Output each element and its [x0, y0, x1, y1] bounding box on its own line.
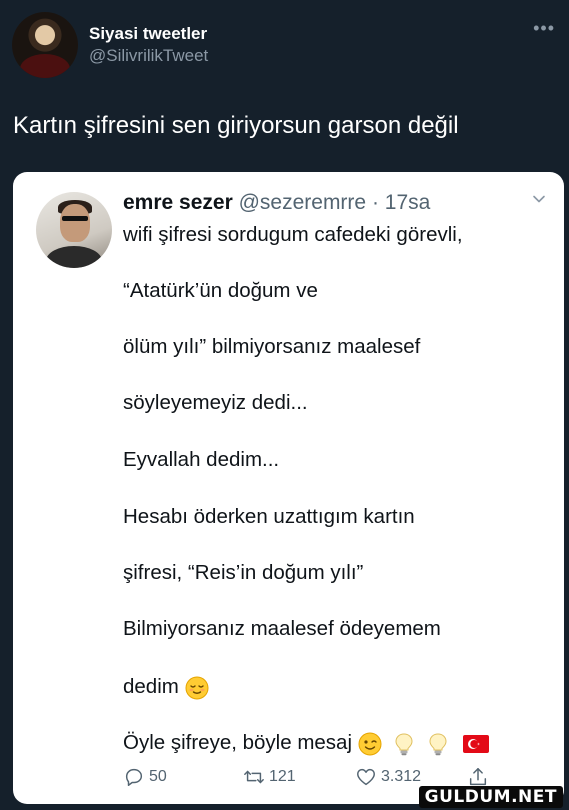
quoted-line-with-emoji: Öyle şifreye, böyle mesaj	[123, 730, 489, 756]
quoted-line: Bilmiyorsanız maalesef ödeyemem	[123, 617, 441, 640]
relieved-face-emoji	[185, 676, 209, 700]
quoted-line: Eyvallah dedim...	[123, 448, 280, 471]
quoted-line: dedim	[123, 675, 179, 698]
reply-icon	[125, 768, 143, 786]
quoted-line-with-emoji: dedim	[123, 674, 209, 700]
quoted-line: söyleyemeyiz dedi...	[123, 391, 308, 414]
heart-icon	[357, 768, 375, 786]
quoted-line: Hesabı öderken uzattıgım kartın	[123, 505, 415, 528]
chevron-down-icon[interactable]	[532, 192, 546, 206]
like-count: 3.312	[381, 768, 422, 785]
like-button[interactable]: 3.312	[355, 766, 421, 788]
quoted-tweet-card[interactable]: emre sezer @sezeremrre · 17sa wifi şifre…	[13, 172, 564, 804]
author-display-name[interactable]: Siyasi tweetler	[89, 23, 208, 45]
winking-face-emoji	[358, 732, 382, 756]
quoted-line: “Atatürk’ün doğum ve	[123, 279, 318, 302]
watermark-logo: GULDUM.NET	[418, 786, 563, 808]
reply-count: 50	[149, 768, 167, 785]
time-separator: ·	[371, 191, 379, 214]
retweet-icon	[244, 770, 264, 784]
retweet-button[interactable]: 121	[243, 766, 296, 788]
light-bulb-emoji	[395, 733, 413, 755]
quoted-line: ölüm yılı” bilmiyorsanız maalesef	[123, 335, 421, 358]
tweet-header: Siyasi tweetler @SilivrilikTweet	[12, 12, 208, 78]
author-info: Siyasi tweetler @SilivrilikTweet	[89, 23, 208, 67]
quoted-line: şifresi, “Reis’in doğum yılı”	[123, 561, 364, 584]
quoted-timestamp[interactable]: 17sa	[385, 191, 431, 214]
share-icon	[469, 768, 487, 786]
turkey-flag-emoji	[462, 734, 489, 753]
tweet-text: Kartın şifresini sen giriyorsun garson d…	[13, 112, 459, 139]
author-handle[interactable]: @SilivrilikTweet	[89, 45, 208, 67]
quoted-display-name[interactable]: emre sezer	[123, 191, 233, 214]
reply-button[interactable]: 50	[123, 766, 167, 788]
quoted-author-avatar[interactable]	[36, 192, 112, 268]
quoted-line: Öyle şifreye, böyle mesaj	[123, 731, 353, 754]
quoted-handle[interactable]: @sezeremrre	[239, 191, 367, 214]
share-button[interactable]	[467, 766, 493, 788]
more-dots-icon[interactable]: •••	[533, 18, 555, 39]
quoted-tweet-header: emre sezer @sezeremrre · 17sa	[123, 190, 430, 216]
quoted-line: wifi şifresi sordugum cafedeki görevli,	[123, 223, 463, 246]
author-avatar[interactable]	[12, 12, 78, 78]
retweet-count: 121	[269, 768, 296, 785]
light-bulb-emoji	[429, 733, 447, 755]
